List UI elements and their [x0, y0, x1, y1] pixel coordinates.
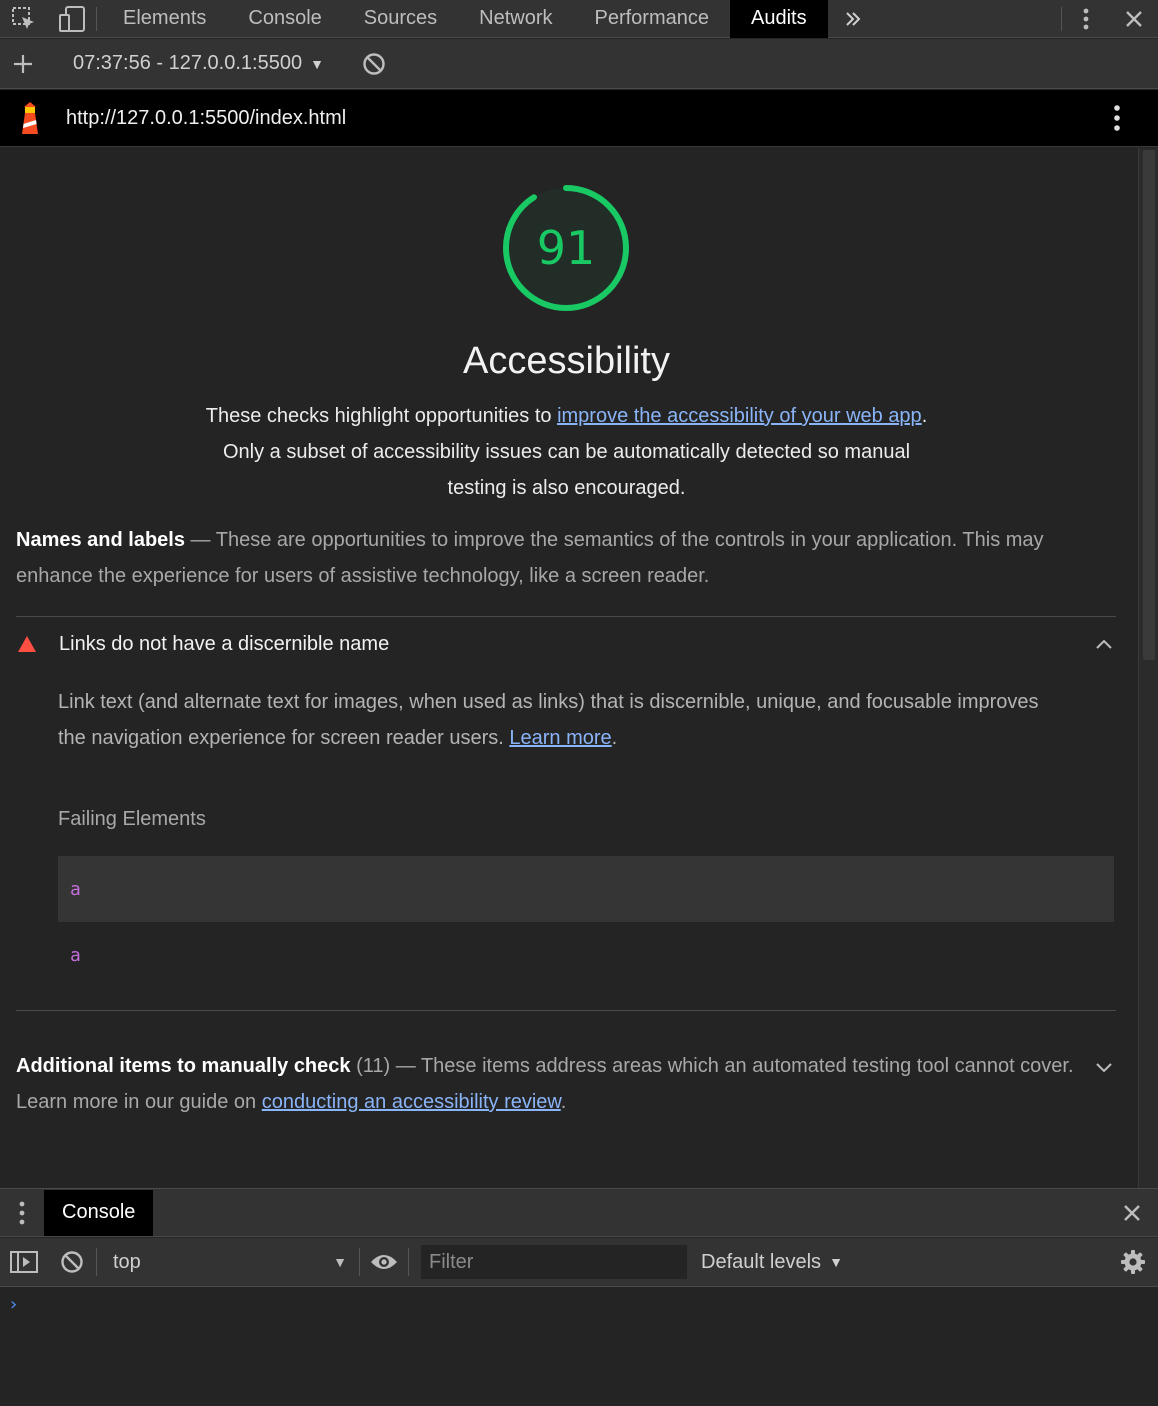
group-title: Names and labels [16, 529, 185, 551]
failing-node[interactable]: a [58, 856, 1114, 922]
tab-drawer-console[interactable]: Console [44, 1189, 154, 1236]
block-icon[interactable] [362, 52, 386, 76]
divider [16, 1010, 1116, 1011]
caret-down-icon: ▼ [829, 1254, 843, 1270]
tab-console[interactable]: Console [227, 0, 342, 38]
accessibility-review-link[interactable]: conducting an accessibility review [262, 1091, 561, 1113]
kebab-menu-icon[interactable] [0, 1189, 44, 1237]
tab-network[interactable]: Network [458, 0, 573, 38]
score-value: 91 [536, 221, 596, 275]
group-separator: — [184, 529, 216, 551]
audit-title: Links do not have a discernible name [59, 632, 390, 655]
inspect-element-icon[interactable] [0, 0, 48, 38]
manual-checks-separator: — [390, 1055, 421, 1077]
chevron-down-icon[interactable] [1092, 1056, 1116, 1080]
clear-console-icon[interactable] [48, 1238, 96, 1286]
category-description: These checks highlight opportunities to … [200, 398, 933, 506]
context-selector-label: top [113, 1250, 141, 1273]
kebab-menu-icon[interactable] [1062, 0, 1110, 38]
scrollbar-thumb[interactable] [1143, 150, 1155, 660]
devtools-tabbar: Elements Console Sources Network Perform… [0, 0, 1158, 38]
audit-header[interactable]: Links do not have a discernible name [16, 622, 1116, 666]
tab-performance[interactable]: Performance [574, 0, 731, 38]
report-scrollbar[interactable] [1138, 148, 1158, 1188]
device-toolbar-icon[interactable] [48, 0, 96, 38]
drawer-tabbar: Console [0, 1188, 1158, 1237]
tab-audits[interactable]: Audits [730, 0, 828, 38]
audit-description-end: . [611, 727, 618, 749]
log-levels-label: Default levels [701, 1250, 822, 1273]
console-filter-input[interactable] [421, 1245, 687, 1279]
tab-sources[interactable]: Sources [343, 0, 458, 38]
caret-down-icon: ▼ [310, 55, 324, 72]
context-selector[interactable]: top ▼ [97, 1238, 359, 1286]
lighthouse-report: 91 Accessibility These checks highlight … [0, 148, 1138, 1188]
console-prompt: › [8, 1294, 19, 1315]
toolbar-divider [408, 1248, 409, 1276]
panel-tabs: Elements Console Sources Network Perform… [102, 0, 828, 38]
report-url-bar: http://127.0.0.1:5500/index.html [0, 90, 1158, 147]
log-levels-dropdown[interactable]: Default levels ▼ [701, 1251, 843, 1274]
failing-node[interactable]: a [58, 922, 1114, 988]
warning-triangle-icon [16, 633, 38, 655]
improve-accessibility-link[interactable]: improve the accessibility of your web ap… [557, 405, 922, 427]
learn-more-link[interactable]: Learn more [509, 727, 611, 749]
manual-checks-count: (11) [356, 1055, 391, 1077]
plus-icon[interactable] [0, 39, 46, 89]
manual-checks-group[interactable]: Additional items to manually check (11) … [16, 1048, 1116, 1120]
failing-elements-header: Failing Elements [58, 808, 206, 830]
report-toolbar: 07:37:56 - 127.0.0.1:5500 ▼ [0, 39, 1158, 89]
console-toolbar: top ▼ Default levels ▼ [0, 1238, 1158, 1287]
eye-icon[interactable] [360, 1238, 408, 1286]
chevron-up-icon[interactable] [1092, 632, 1116, 656]
close-icon[interactable] [1106, 1189, 1158, 1237]
audit-description: Link text (and alternate text for images… [58, 684, 1058, 756]
report-url: http://127.0.0.1:5500/index.html [66, 106, 347, 129]
console-output[interactable]: › [0, 1288, 1158, 1406]
lighthouse-icon [0, 90, 60, 147]
caret-down-icon: ▼ [333, 1254, 347, 1270]
divider [16, 616, 1116, 617]
kebab-menu-icon[interactable] [1076, 90, 1158, 147]
report-selector[interactable]: 07:37:56 - 127.0.0.1:5500 ▼ [73, 52, 324, 75]
close-icon[interactable] [1110, 0, 1158, 38]
sidebar-toggle-icon[interactable] [0, 1238, 48, 1286]
gear-icon[interactable] [1108, 1238, 1158, 1286]
toolbar-divider [96, 6, 97, 31]
score-gauge: 91 [500, 182, 632, 314]
group-header: Names and labels — These are opportuniti… [16, 522, 1111, 594]
tab-elements[interactable]: Elements [102, 0, 227, 38]
manual-checks-title: Additional items to manually check [16, 1055, 351, 1077]
manual-checks-description-end: . [560, 1091, 567, 1113]
category-description-text: These checks highlight opportunities to [205, 405, 558, 427]
double-chevron-right-icon[interactable] [828, 0, 878, 38]
category-title: Accessibility [463, 340, 670, 382]
report-selector-label: 07:37:56 - 127.0.0.1:5500 [73, 52, 303, 74]
